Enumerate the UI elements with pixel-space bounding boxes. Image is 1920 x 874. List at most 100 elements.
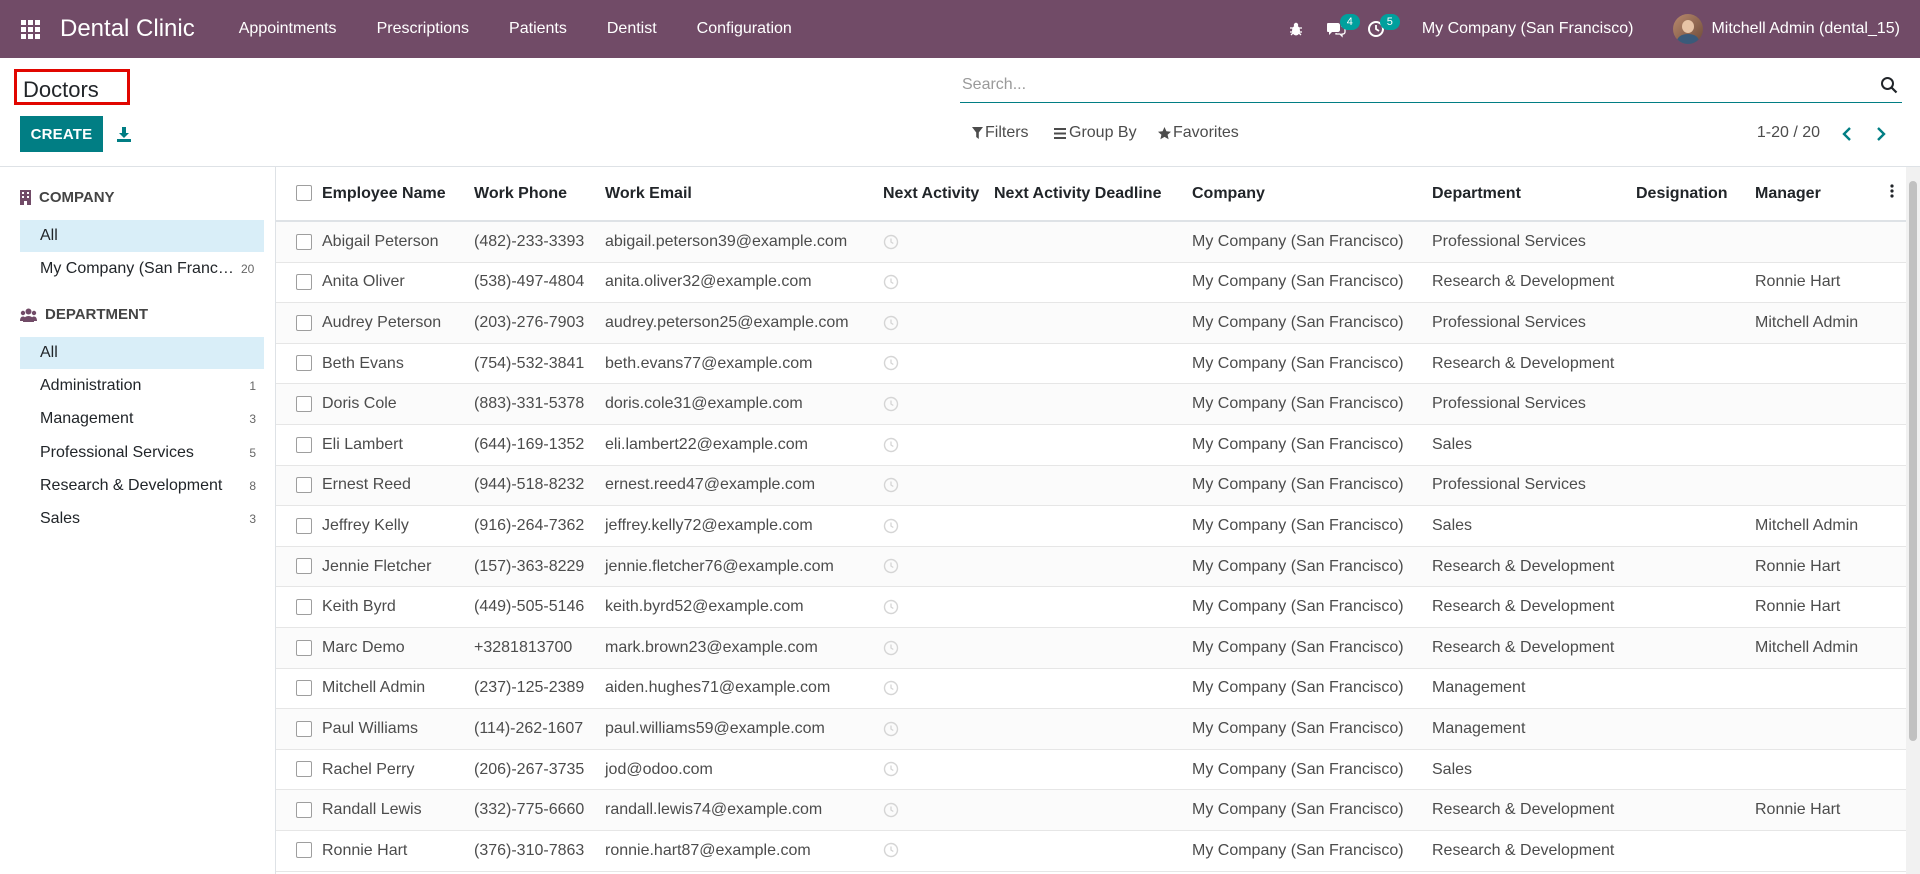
header-employee-name[interactable]: Employee Name	[314, 167, 466, 222]
activities-button[interactable]: 5	[1356, 0, 1400, 58]
header-work-phone[interactable]: Work Phone	[466, 167, 597, 222]
debug-button[interactable]	[1276, 0, 1316, 58]
department-filter-administration[interactable]: Administration 1	[20, 370, 264, 402]
export-button[interactable]	[114, 121, 134, 147]
activity-clock-icon[interactable]	[883, 355, 899, 371]
activity-clock-icon[interactable]	[883, 721, 899, 737]
user-menu[interactable]: Mitchell Admin (dental_15)	[1673, 14, 1920, 44]
cell-employee-name: Doris Cole	[314, 383, 466, 425]
activity-clock-icon[interactable]	[883, 761, 899, 777]
activity-clock-icon[interactable]	[883, 396, 899, 412]
table-row[interactable]: Eli Lambert (644)-169-1352 eli.lambert22@e…	[276, 424, 1906, 466]
app-brand[interactable]: Dental Clinic	[60, 15, 195, 43]
vertical-scrollbar[interactable]	[1906, 167, 1920, 874]
cell-department: Sales	[1424, 749, 1628, 791]
row-checkbox[interactable]	[296, 395, 312, 412]
row-checkbox[interactable]	[296, 842, 312, 859]
favorites-button[interactable]: Favorites	[1158, 124, 1239, 142]
row-checkbox[interactable]	[296, 801, 312, 818]
row-checkbox[interactable]	[296, 233, 312, 250]
table-row[interactable]: Mitchell Admin (237)-125-2389 aiden.hughes…	[276, 668, 1906, 710]
cell-designation	[1628, 830, 1747, 872]
row-checkbox[interactable]	[296, 761, 312, 778]
activity-clock-icon[interactable]	[883, 640, 899, 656]
activity-clock-icon[interactable]	[883, 234, 899, 250]
department-filter-professional-services[interactable]: Professional Services 5	[20, 437, 264, 469]
row-checkbox[interactable]	[296, 314, 312, 331]
row-checkbox[interactable]	[296, 477, 312, 494]
table-row[interactable]: Jennie Fletcher (157)-363-8229 jennie.flet…	[276, 546, 1906, 588]
menu-patients[interactable]: Patients	[489, 0, 587, 58]
table-row[interactable]: Anita Oliver (538)-497-4804 anita.oliver32…	[276, 262, 1906, 304]
messages-button[interactable]: 4	[1316, 0, 1360, 58]
row-checkbox[interactable]	[296, 720, 312, 737]
company-filter-my-company[interactable]: My Company (San Francisco) 20	[20, 253, 264, 285]
activity-clock-icon[interactable]	[883, 437, 899, 453]
activity-clock-icon[interactable]	[883, 274, 899, 290]
cell-work-phone: (157)-363-8229	[466, 546, 597, 588]
cell-employee-name: Marc Demo	[314, 627, 466, 669]
header-manager[interactable]: Manager	[1747, 167, 1878, 222]
row-select-cell	[276, 505, 314, 547]
table-row[interactable]: Abigail Peterson (482)-233-3393 abigail.pe…	[276, 221, 1906, 263]
header-next-activity[interactable]: Next Activity	[875, 167, 986, 222]
cell-manager: Ronnie Hart	[1747, 546, 1878, 588]
cell-designation	[1628, 262, 1747, 304]
header-next-activity-deadline[interactable]: Next Activity Deadline	[986, 167, 1184, 222]
activity-clock-icon[interactable]	[883, 802, 899, 818]
activity-clock-icon[interactable]	[883, 680, 899, 696]
create-button[interactable]: CREATE	[20, 116, 103, 152]
menu-configuration[interactable]: Configuration	[677, 0, 812, 58]
pager-value[interactable]: 1-20 / 20	[1757, 124, 1820, 142]
table-row[interactable]: Paul Williams (114)-262-1607 paul.williams…	[276, 708, 1906, 750]
header-work-email[interactable]: Work Email	[597, 167, 875, 222]
header-designation[interactable]: Designation	[1628, 167, 1747, 222]
row-checkbox[interactable]	[296, 598, 312, 615]
pager-previous-button[interactable]	[1836, 122, 1858, 146]
search-input[interactable]	[960, 70, 1864, 100]
table-row[interactable]: Ronnie Hart (376)-310-7863 ronnie.hart87@e…	[276, 830, 1906, 872]
activity-clock-icon[interactable]	[883, 599, 899, 615]
menu-prescriptions[interactable]: Prescriptions	[357, 0, 489, 58]
company-filter-all[interactable]: All	[20, 220, 264, 252]
header-company[interactable]: Company	[1184, 167, 1424, 222]
activity-clock-icon[interactable]	[883, 842, 899, 858]
activity-clock-icon[interactable]	[883, 518, 899, 534]
department-filter-all[interactable]: All	[20, 337, 264, 369]
pager-next-button[interactable]	[1870, 122, 1892, 146]
apps-menu-button[interactable]	[0, 0, 60, 58]
search-icon[interactable]	[1880, 76, 1898, 94]
activity-clock-icon[interactable]	[883, 315, 899, 331]
row-checkbox[interactable]	[296, 355, 312, 372]
header-department[interactable]: Department	[1424, 167, 1628, 222]
scrollbar-thumb[interactable]	[1909, 181, 1917, 741]
row-checkbox[interactable]	[296, 517, 312, 534]
table-row[interactable]: Jeffrey Kelly (916)-264-7362 jeffrey.kelly…	[276, 505, 1906, 547]
table-row[interactable]: Randall Lewis (332)-775-6660 randall.lewis…	[276, 789, 1906, 831]
activity-clock-icon[interactable]	[883, 558, 899, 574]
table-row[interactable]: Audrey Peterson (203)-276-7903 audrey.pete…	[276, 302, 1906, 344]
menu-appointments[interactable]: Appointments	[219, 0, 357, 58]
filters-button[interactable]: Filters	[972, 124, 1029, 142]
department-filter-management[interactable]: Management 3	[20, 403, 264, 435]
activity-clock-icon[interactable]	[883, 477, 899, 493]
table-row[interactable]: Marc Demo +3281813700 mark.brown23@example…	[276, 627, 1906, 669]
menu-dentist[interactable]: Dentist	[587, 0, 677, 58]
row-checkbox[interactable]	[296, 274, 312, 291]
row-checkbox[interactable]	[296, 436, 312, 453]
cell-next-activity-deadline	[986, 708, 1184, 750]
table-row[interactable]: Rachel Perry (206)-267-3735 jod@odoo.com My…	[276, 749, 1906, 791]
department-filter-sales[interactable]: Sales 3	[20, 503, 264, 535]
row-checkbox[interactable]	[296, 680, 312, 697]
table-row[interactable]: Ernest Reed (944)-518-8232 ernest.reed47@e…	[276, 465, 1906, 507]
table-row[interactable]: Keith Byrd (449)-505-5146 keith.byrd52@exa…	[276, 586, 1906, 628]
company-switcher[interactable]: My Company (San Francisco)	[1396, 20, 1674, 38]
table-row[interactable]: Beth Evans (754)-532-3841 beth.evans77@exa…	[276, 343, 1906, 385]
group-by-button[interactable]: Group By	[1054, 124, 1137, 142]
row-checkbox[interactable]	[296, 639, 312, 656]
optional-columns-toggle[interactable]	[1878, 167, 1906, 222]
table-row[interactable]: Doris Cole (883)-331-5378 doris.cole31@exa…	[276, 383, 1906, 425]
department-filter-research-development[interactable]: Research & Development 8	[20, 470, 264, 502]
row-checkbox[interactable]	[296, 558, 312, 575]
select-all-checkbox[interactable]	[296, 185, 312, 202]
